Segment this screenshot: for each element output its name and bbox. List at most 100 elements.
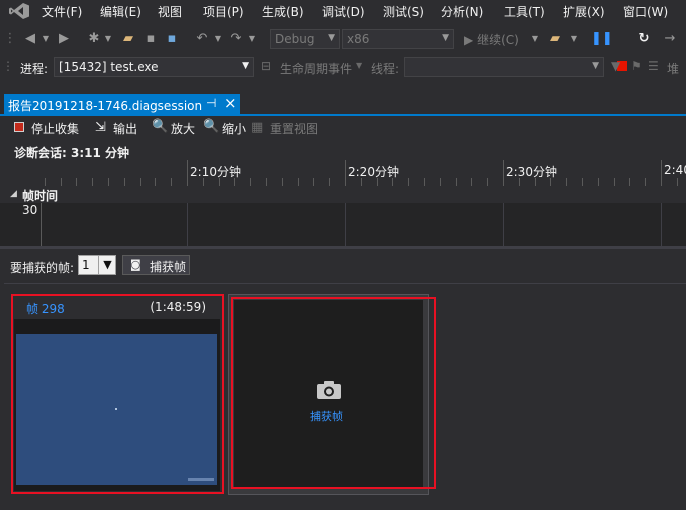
standard-toolbar: ⋮ ◀ ▼ ▶ ✱ ▼ ▰ ▪ ▪ ↶ ▼ ↷ ▼ Debug ▼ x86 ▼ … xyxy=(0,27,686,71)
attach-dropdown-icon[interactable]: ▼ xyxy=(566,31,582,47)
ruler-minor-tick xyxy=(392,178,393,186)
ruler-minor-tick xyxy=(582,178,583,186)
open-file-icon[interactable]: ▰ xyxy=(120,31,136,47)
capture-frame-button-label: 捕获帧 xyxy=(150,260,187,274)
menu-build[interactable]: 生成(B) xyxy=(262,3,304,20)
undo-dropdown-icon[interactable]: ▼ xyxy=(210,31,226,47)
splitter[interactable] xyxy=(0,246,686,249)
document-tab-diagsession[interactable]: 报告20191218-1746.diagsession ⊣ × xyxy=(4,94,240,114)
menu-edit[interactable]: 编辑(E) xyxy=(100,3,141,20)
ruler-minor-tick xyxy=(329,178,330,186)
lane-grid-line xyxy=(187,203,188,248)
capture-frame-button[interactable]: ◙ 捕获帧 xyxy=(122,255,190,275)
flag-icon[interactable]: ⚑ xyxy=(631,59,642,73)
menu-window[interactable]: 窗口(W) xyxy=(623,3,668,20)
menu-extensions[interactable]: 扩展(X) xyxy=(563,3,605,20)
stop-collection-button[interactable]: 停止收集 xyxy=(31,120,79,137)
break-all-icon[interactable]: ❚❚ xyxy=(591,31,613,47)
process-value: [15432] test.exe xyxy=(59,60,159,74)
collapse-triangle-icon[interactable]: ◢ xyxy=(10,189,17,199)
undo-icon[interactable]: ↶ xyxy=(194,31,210,47)
redo-dropdown-icon[interactable]: ▼ xyxy=(244,31,260,47)
toolbar-grip-icon[interactable]: ⋮ xyxy=(2,31,18,47)
time-ruler[interactable]: 2:10分钟 2:20分钟 2:30分钟 2:40 xyxy=(0,160,686,187)
solution-configuration-dropdown[interactable]: Debug ▼ xyxy=(270,29,340,49)
frame-time-lane-header[interactable]: ◢ 帧时间 xyxy=(0,186,686,203)
output-button[interactable]: 输出 xyxy=(113,120,137,137)
frames-to-capture-value: 1 xyxy=(82,258,90,272)
timeline-panel[interactable]: 2:10分钟 2:20分钟 2:30分钟 2:40 ◢ 帧时间 30 xyxy=(0,160,686,248)
capture-frames-row: 要捕获的帧: 1 ▼ ◙ 捕获帧 xyxy=(0,252,686,280)
menu-bar: 文件(F) 编辑(E) 视图 项目(P) 生成(B) 调试(D) 测试(S) 分… xyxy=(0,0,686,22)
menu-debug[interactable]: 调试(D) xyxy=(322,3,365,20)
menu-tools[interactable]: 工具(T) xyxy=(504,3,545,20)
ruler-minor-tick xyxy=(203,178,204,186)
navigate-back-icon[interactable]: ◀ xyxy=(22,31,38,47)
ruler-minor-tick xyxy=(598,178,599,186)
ruler-minor-tick xyxy=(377,178,378,186)
ruler-minor-tick xyxy=(124,178,125,186)
menu-project[interactable]: 项目(P) xyxy=(203,3,244,20)
show-threads-icon[interactable]: ☰ xyxy=(648,59,659,73)
ruler-minor-tick xyxy=(645,178,646,186)
thread-dropdown[interactable]: ▼ xyxy=(404,57,604,77)
chevron-down-icon: ▼ xyxy=(328,33,335,43)
ruler-minor-tick xyxy=(250,178,251,186)
zoom-in-button[interactable]: 放大 xyxy=(171,120,195,137)
ruler-minor-tick xyxy=(614,178,615,186)
lifecycle-events-icon[interactable]: ⊟ xyxy=(261,59,271,73)
continue-dropdown-icon[interactable]: ▼ xyxy=(527,31,543,47)
zoom-out-icon: 🔍 xyxy=(203,119,220,134)
tab-well-underline xyxy=(0,114,686,116)
close-tab-icon[interactable]: × xyxy=(224,94,237,112)
redo-icon[interactable]: ↷ xyxy=(228,31,244,47)
menu-test[interactable]: 测试(S) xyxy=(383,3,424,20)
play-icon: ▶ xyxy=(464,33,474,47)
process-attach-icon[interactable]: ▰ xyxy=(547,31,563,47)
process-dropdown[interactable]: [15432] test.exe ▼ xyxy=(54,57,254,77)
ruler-tick-label: 2:40 xyxy=(664,163,686,177)
reset-view-button[interactable]: 重置视图 xyxy=(270,120,318,137)
menu-view[interactable]: 视图 xyxy=(158,3,182,20)
chevron-down-icon: ▼ xyxy=(98,256,116,274)
ruler-minor-tick xyxy=(219,178,220,186)
navigate-back-dropdown-icon[interactable]: ▼ xyxy=(38,31,54,47)
ruler-minor-tick xyxy=(298,178,299,186)
frames-to-capture-select[interactable]: 1 ▼ xyxy=(78,255,116,275)
camera-icon: ◙ xyxy=(130,258,141,271)
menu-file[interactable]: 文件(F) xyxy=(42,3,82,20)
ruler-minor-tick xyxy=(108,178,109,186)
restart-icon[interactable]: ↻ xyxy=(636,31,652,47)
zoom-out-button[interactable]: 缩小 xyxy=(222,120,246,137)
ruler-minor-tick xyxy=(677,178,678,186)
frame-time-axis-value: 30 xyxy=(22,203,38,217)
save-all-icon[interactable]: ▪ xyxy=(164,31,180,47)
pin-tab-icon[interactable]: ⊣ xyxy=(206,96,216,110)
menu-analyze[interactable]: 分析(N) xyxy=(441,3,483,20)
ruler-minor-tick xyxy=(171,178,172,186)
navigate-forward-icon[interactable]: ▶ xyxy=(56,31,72,47)
highlight-box xyxy=(231,297,436,489)
toolbar-grip-icon[interactable]: ⋮ xyxy=(2,59,14,73)
solution-platform-dropdown[interactable]: x86 ▼ xyxy=(342,29,454,49)
highlight-box xyxy=(11,294,224,494)
lifecycle-events-button[interactable]: 生命周期事件 xyxy=(280,60,352,77)
document-tab-title: 报告20191218-1746.diagsession xyxy=(8,99,203,113)
step-over-icon[interactable]: → xyxy=(662,31,678,47)
ruler-minor-tick xyxy=(45,178,46,186)
save-icon[interactable]: ▪ xyxy=(143,31,159,47)
continue-label: 继续(C) xyxy=(477,33,519,47)
lane-grid-line xyxy=(345,203,346,248)
session-duration-label: 诊断会话: 3:11 分钟 xyxy=(14,146,130,160)
lifecycle-dropdown-icon[interactable]: ▼ xyxy=(356,61,362,70)
continue-button[interactable]: ▶ 继续(C) xyxy=(464,31,519,48)
ruler-minor-tick xyxy=(471,178,472,186)
ruler-minor-tick xyxy=(424,178,425,186)
output-icon: ⇲ xyxy=(95,120,106,135)
new-project-dropdown-icon[interactable]: ▼ xyxy=(100,31,116,47)
ruler-minor-tick xyxy=(550,178,551,186)
filter-icon[interactable]: ▼ xyxy=(611,59,620,73)
visual-studio-logo-icon[interactable] xyxy=(8,2,30,20)
ruler-minor-tick xyxy=(155,178,156,186)
frame-time-lane[interactable]: 30 xyxy=(0,203,686,248)
